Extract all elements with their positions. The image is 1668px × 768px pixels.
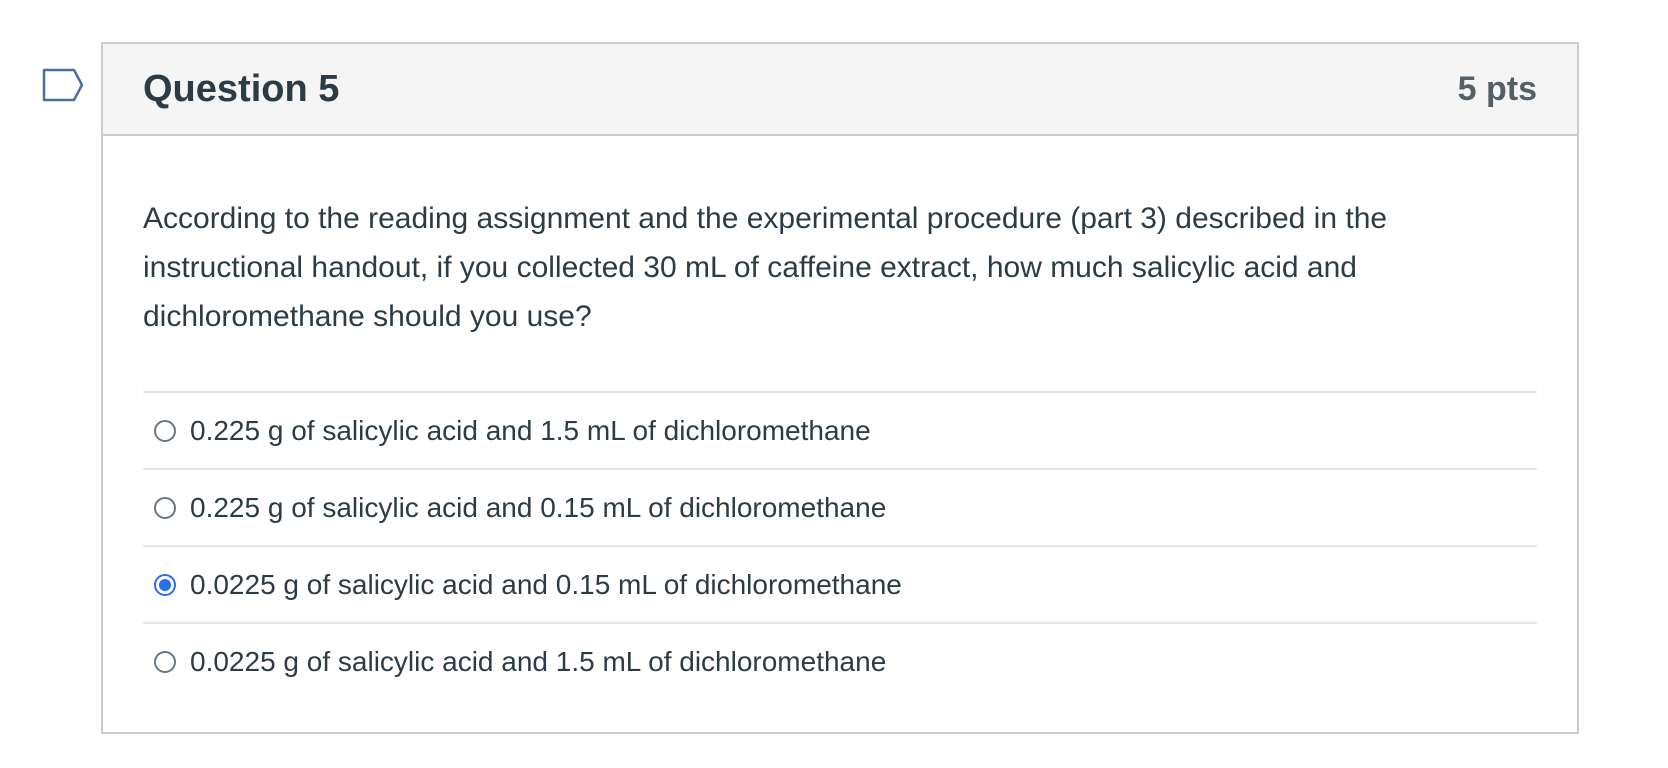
- question-card: Question 5 5 pts According to the readin…: [101, 42, 1579, 734]
- radio-button[interactable]: [154, 496, 176, 519]
- question-header: Question 5 5 pts: [103, 44, 1577, 136]
- question-points: 5 pts: [1457, 69, 1537, 108]
- question-title: Question 5: [143, 67, 340, 110]
- question-body: According to the reading assignment and …: [103, 136, 1577, 699]
- answer-option[interactable]: 0.0225 g of salicylic acid and 0.15 mL o…: [143, 547, 1537, 624]
- answer-list: 0.225 g of salicylic acid and 1.5 mL of …: [143, 391, 1537, 699]
- radio-button[interactable]: [154, 650, 176, 673]
- answer-label[interactable]: 0.225 g of salicylic acid and 0.15 mL of…: [190, 492, 886, 524]
- radio-button[interactable]: [154, 573, 176, 596]
- answer-label[interactable]: 0.0225 g of salicylic acid and 0.15 mL o…: [190, 569, 902, 601]
- radio-button[interactable]: [154, 419, 176, 442]
- answer-option[interactable]: 0.225 g of salicylic acid and 0.15 mL of…: [143, 470, 1537, 547]
- answer-option[interactable]: 0.225 g of salicylic acid and 1.5 mL of …: [143, 393, 1537, 470]
- flag-question-icon[interactable]: [42, 68, 86, 104]
- answer-label[interactable]: 0.0225 g of salicylic acid and 1.5 mL of…: [190, 646, 886, 678]
- answer-option[interactable]: 0.0225 g of salicylic acid and 1.5 mL of…: [143, 624, 1537, 699]
- answer-label[interactable]: 0.225 g of salicylic acid and 1.5 mL of …: [190, 415, 871, 447]
- question-text: According to the reading assignment and …: [143, 202, 1388, 333]
